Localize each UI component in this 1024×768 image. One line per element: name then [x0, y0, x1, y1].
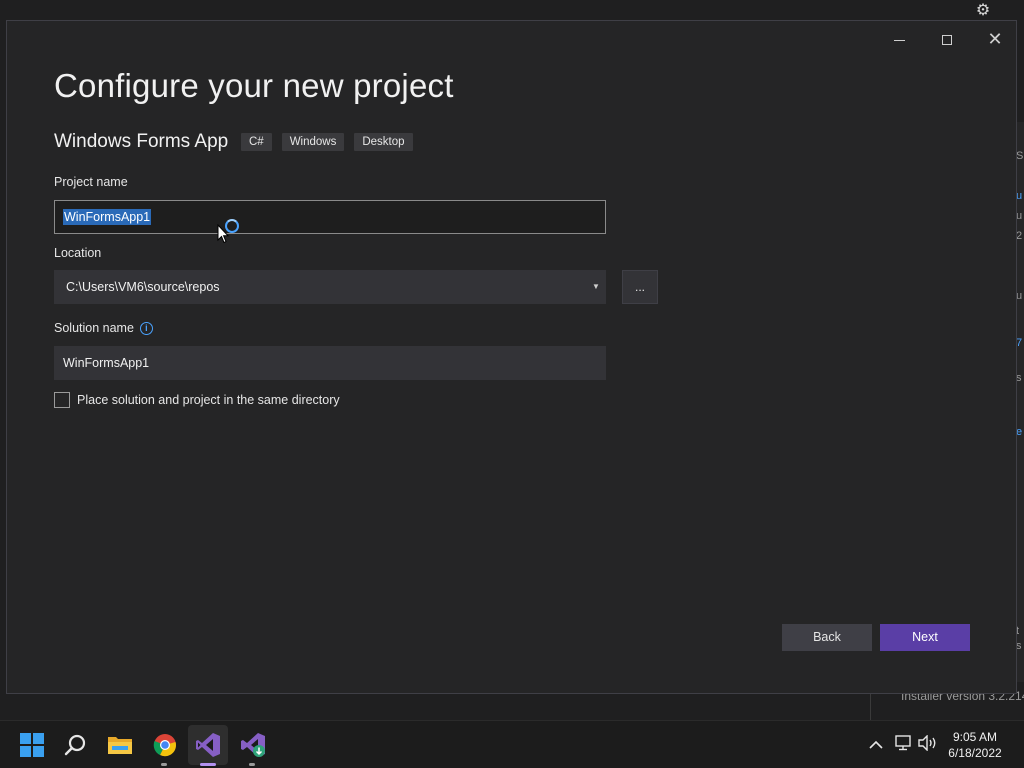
solution-name-label-row: Solution name i: [54, 321, 153, 335]
close-icon: ✕: [987, 29, 1003, 49]
tag-project-type: Desktop: [354, 133, 413, 151]
project-name-input[interactable]: WinFormsApp1: [54, 200, 606, 234]
maximize-icon: [942, 35, 952, 46]
project-name-value: WinFormsApp1: [63, 209, 152, 225]
next-button[interactable]: Next: [880, 624, 970, 651]
page-title: Configure your new project: [54, 67, 454, 104]
close-button[interactable]: ✕: [980, 29, 1010, 49]
installer-running-indicator: [249, 763, 255, 766]
start-icon[interactable]: [18, 731, 46, 759]
visual-studio-icon[interactable]: [194, 731, 222, 759]
same-directory-checkbox[interactable]: [54, 392, 70, 408]
clock-time: 9:05 AM: [952, 730, 998, 744]
same-directory-option[interactable]: Place solution and project in the same d…: [54, 392, 340, 408]
solution-name-label: Solution name: [54, 321, 134, 335]
solution-name-input[interactable]: WinFormsApp1: [54, 346, 606, 380]
taskbar: 9:05 AM 6/18/2022: [0, 720, 1024, 768]
minimize-icon: [893, 39, 905, 41]
same-directory-label[interactable]: Place solution and project in the same d…: [77, 393, 340, 407]
clock-date: 6/18/2022: [948, 746, 1002, 760]
project-name-label: Project name: [54, 175, 128, 189]
chevron-up-icon[interactable]: [866, 735, 886, 755]
background-divider: [870, 690, 871, 720]
info-icon[interactable]: i: [139, 321, 153, 335]
chrome-icon[interactable]: [151, 731, 179, 759]
template-tags: C# Windows Desktop: [241, 133, 413, 151]
location-label: Location: [54, 246, 102, 260]
file-explorer-icon[interactable]: [106, 731, 134, 759]
maximize-button[interactable]: [932, 29, 962, 49]
volume-icon[interactable]: [918, 734, 938, 755]
tag-platform: Windows: [281, 133, 345, 151]
tag-language: C#: [241, 133, 272, 151]
background-titlebar: [0, 0, 1024, 22]
system-clock[interactable]: 9:05 AM 6/18/2022: [940, 729, 1010, 761]
location-dropdown[interactable]: C:\Users\VM6\source\repos ▼: [54, 270, 606, 304]
browse-button[interactable]: ...: [622, 270, 658, 304]
back-button[interactable]: Back: [782, 624, 872, 651]
visual-studio-active-indicator: [200, 763, 216, 766]
search-icon[interactable]: [62, 731, 90, 759]
dropdown-arrow-icon[interactable]: ▼: [591, 271, 601, 303]
template-name: Windows Forms App: [54, 131, 229, 152]
solution-name-value: WinFormsApp1: [63, 356, 150, 370]
settings-gear-icon[interactable]: ⚙: [973, 2, 993, 20]
location-value: C:\Users\VM6\source\repos: [66, 280, 220, 294]
mouse-cursor-icon: [217, 224, 229, 244]
visual-studio-installer-icon[interactable]: [239, 731, 267, 759]
minimize-button[interactable]: [884, 29, 914, 49]
background-text-fragment: S: [1016, 150, 1024, 162]
network-icon[interactable]: [893, 735, 913, 755]
chrome-running-indicator: [161, 763, 167, 766]
configure-project-dialog: ✕ Configure your new project Windows For…: [6, 20, 1017, 694]
